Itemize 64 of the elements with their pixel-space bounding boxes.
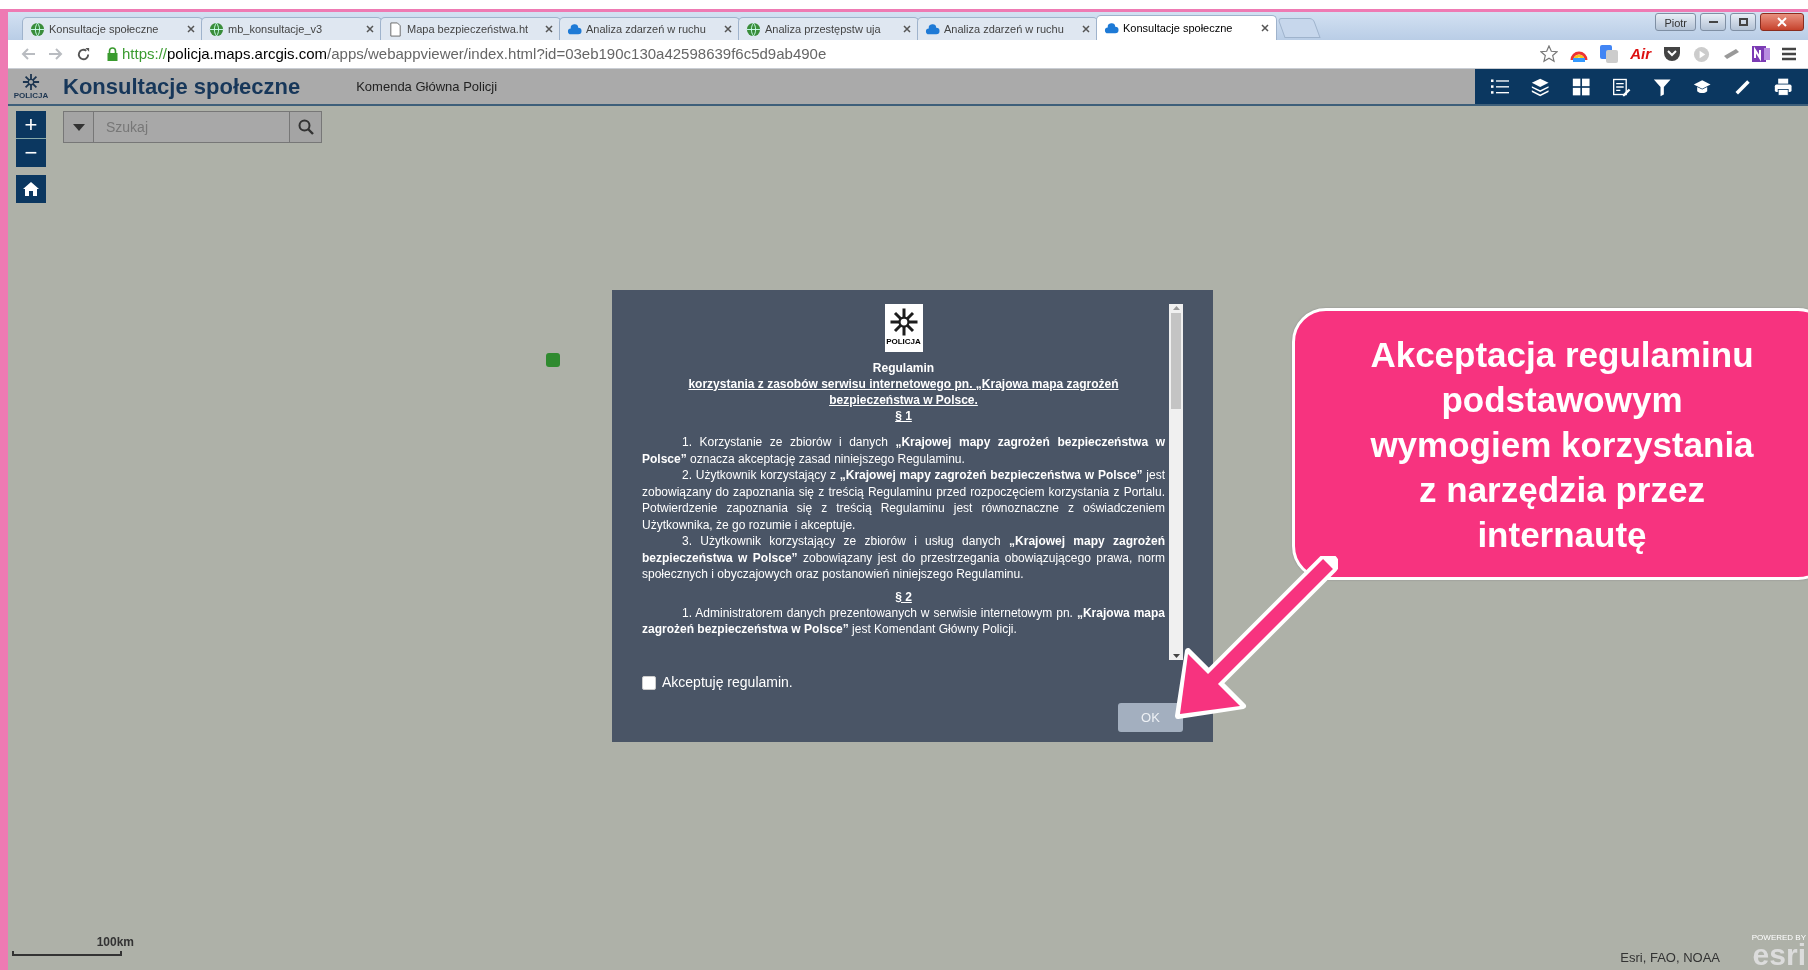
close-icon[interactable] <box>903 25 911 33</box>
browser-tab[interactable]: mb_konsultacje_v3 <box>201 17 382 40</box>
cloud-icon <box>567 21 582 37</box>
map-marker[interactable] <box>546 353 560 367</box>
close-button[interactable] <box>1760 13 1804 31</box>
home-button[interactable] <box>16 175 46 203</box>
scroll-down-icon[interactable] <box>1172 654 1180 658</box>
globe-icon <box>30 21 45 37</box>
menu-icon[interactable] <box>1782 47 1796 61</box>
page-icon <box>388 21 403 37</box>
terms-paragraph: 1. Korzystanie ze zbiorów i danych „Krajowej mapy zagrożeń bezpieczeństwa w Polsce” oznacza akceptację zasad niniejszego Regulaminu. <box>642 434 1165 467</box>
shield-extension-icon[interactable] <box>1663 46 1681 62</box>
scrollbar[interactable] <box>1169 304 1183 660</box>
browser-tab[interactable]: Konsultacje społeczne <box>1096 15 1277 40</box>
browser-tab[interactable]: Analiza zdarzeń w ruchu <box>917 17 1098 40</box>
callout-bubble: Akceptacja regulaminu podstawowym wymogiem korzystania z narzędzia przez internautę <box>1292 308 1808 580</box>
powered-by-label: POWERED BY <box>1751 934 1806 942</box>
scroll-thumb[interactable] <box>1171 313 1181 409</box>
app-title: Konsultacje społeczne <box>63 73 301 101</box>
close-icon[interactable] <box>187 25 195 33</box>
police-logo: POLICJA <box>884 304 923 352</box>
star-emblem-icon <box>888 307 919 337</box>
section-heading: § 1 <box>895 408 912 424</box>
reload-icon[interactable] <box>76 46 91 62</box>
minimize-button[interactable] <box>1700 13 1726 31</box>
lock-icon <box>107 47 118 61</box>
bookmark-star-icon[interactable] <box>1540 45 1559 63</box>
cloud-icon <box>925 21 940 37</box>
terms-subtitle: korzystania z zasobów serwisu internetowego pn. „Krajowa mapa zagrożeń bezpieczeństwa w Polsce. <box>687 376 1120 408</box>
url-field[interactable]: https://policja.maps.arcgis.com/apps/webappviewer/index.html?id=03eb190c130a42598639f6c5d9ab490e <box>122 42 827 66</box>
globe-icon <box>209 21 224 37</box>
extension-logo[interactable]: Air <box>1630 42 1651 66</box>
pill-extension-icon[interactable] <box>1722 48 1740 60</box>
zoom-out-button[interactable]: − <box>16 139 46 167</box>
close-icon[interactable] <box>1261 24 1269 32</box>
close-icon[interactable] <box>1082 25 1090 33</box>
browser-tab[interactable]: Analiza zdarzeń w ruchu <box>559 17 740 40</box>
close-icon[interactable] <box>545 25 553 33</box>
accept-checkbox[interactable] <box>642 675 656 690</box>
terms-title: Regulamin <box>872 360 935 376</box>
home-icon <box>22 181 40 197</box>
scale-label: 100km <box>96 934 134 951</box>
browser-tab[interactable]: Analiza przestępstw uja <box>738 17 919 40</box>
cloud-icon <box>1104 20 1119 36</box>
terms-paragraph: 3. Użytkownik korzystający ze zbiorów i usług danych „Krajowej mapy zagrożeń bezpieczeństwa w Polsce” zobowiązany jest do przestrzegania obowiązującego prawa, norm społecznych i obyczajowych oraz postanowień niniejszego Regulaminu. <box>642 533 1165 583</box>
organization-link[interactable]: Komenda Główna Policji <box>356 76 498 97</box>
section-heading: § 2 <box>895 588 912 605</box>
zoom-in-button[interactable]: + <box>16 111 46 139</box>
restore-button[interactable] <box>1730 13 1756 31</box>
terms-paragraph: 2. Użytkownik korzystający z „Krajowej mapy zagrożeń bezpieczeństwa w Polsce” jest zobowiązany do zapoznania się z treścią Regulaminu przed rozpoczęciem korzystania z Portalu. Potwierdzenie zapoznania się z treścią Regulaminu jest równoznaczne z oświadczeniem Użytkownika, że go rozumie i akceptuje. <box>642 467 1165 533</box>
police-logo: POLICJA <box>14 73 48 100</box>
close-icon[interactable] <box>724 25 732 33</box>
browser-tab[interactable]: Konsultacje społeczne <box>22 17 203 40</box>
close-icon <box>1777 17 1787 27</box>
accept-label[interactable]: Akceptuję regulamin. <box>662 672 793 693</box>
globe-icon <box>746 21 761 37</box>
terms-paragraph: 1. Administratorem danych prezentowanych w serwisie internetowym pn. „Krajowa mapa zagrożeń bezpieczeństwa w Polsce” jest Komendant Główny Policji. <box>642 604 1165 638</box>
star-emblem-icon <box>22 73 40 91</box>
translate-extension-icon[interactable] <box>1600 45 1619 63</box>
map-attribution: Esri, FAO, NOAA <box>1620 948 1720 967</box>
close-icon[interactable] <box>366 25 374 33</box>
browser-tab[interactable]: Mapa bezpieczeństwa.ht <box>380 17 561 40</box>
profile-button[interactable]: Piotr <box>1655 13 1696 31</box>
notebook-extension-icon[interactable] <box>1752 45 1770 63</box>
